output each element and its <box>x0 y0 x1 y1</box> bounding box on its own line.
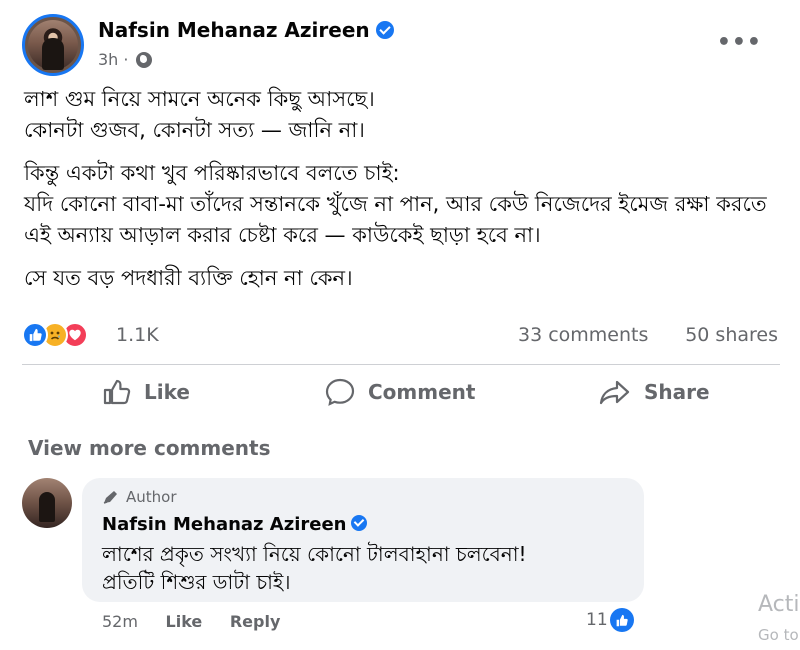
post-time[interactable]: 3h <box>98 50 118 69</box>
post-paragraph: সে যত বড় পদধারী ব্যক্তি হোন না কেন। <box>24 266 353 290</box>
verified-badge-icon <box>375 20 394 39</box>
post-paragraph: লাশ গুম নিয়ে সামনে অনেক কিছু আসছে। কোনট… <box>24 87 375 142</box>
view-more-comments-link[interactable]: View more comments <box>28 436 271 460</box>
author-badge-label: Author <box>126 488 177 506</box>
thumbs-up-icon <box>103 379 131 405</box>
comment-button[interactable]: Comment <box>324 375 475 409</box>
commenter-avatar[interactable] <box>22 478 72 528</box>
globe-icon <box>135 51 152 68</box>
post-paragraph: কিন্তু একটা কথা খুব পরিষ্কারভাবে বলতে চা… <box>24 161 767 247</box>
like-reaction-icon[interactable] <box>22 322 48 348</box>
shares-count[interactable]: 50 shares <box>685 324 778 346</box>
comment-author-label[interactable]: Nafsin Mehanaz Azireen <box>102 514 346 535</box>
comment-author-name[interactable]: Nafsin Mehanaz Azireen <box>102 514 368 535</box>
activate-windows-watermark: Acti <box>758 592 800 617</box>
post-author-label[interactable]: Nafsin Mehanaz Azireen <box>98 18 370 42</box>
share-button[interactable]: Share <box>598 375 710 409</box>
activate-windows-subtext: Go to <box>758 626 799 644</box>
post-header: Nafsin Mehanaz Azireen 3h · ••• <box>22 14 780 76</box>
reactions-bar: 1.1K 33 comments 50 shares <box>22 320 780 354</box>
like-label: Like <box>144 380 190 404</box>
comment-reply-button[interactable]: Reply <box>230 612 281 631</box>
share-label: Share <box>644 380 710 404</box>
author-avatar[interactable] <box>22 14 84 76</box>
post-meta: 3h · <box>98 50 152 69</box>
like-reaction-icon <box>609 608 634 632</box>
post-author-name[interactable]: Nafsin Mehanaz Azireen <box>98 18 394 42</box>
action-bar: Like Comment Share <box>22 364 780 416</box>
pen-icon <box>103 491 117 504</box>
comment-time[interactable]: 52m <box>102 612 138 631</box>
comment-like-count[interactable]: 11 <box>586 608 634 632</box>
reaction-count[interactable]: 1.1K <box>116 324 159 346</box>
post-body: লাশ গুম নিয়ে সামনে অনেক কিছু আসছে। কোনট… <box>24 84 794 306</box>
comment-meta: 52m Like Reply <box>102 612 302 631</box>
avatar-figure <box>42 38 64 71</box>
comment-label: Comment <box>368 380 476 404</box>
author-badge: Author <box>102 488 177 506</box>
comment-like-number: 11 <box>586 610 608 630</box>
comment-bubble: Author Nafsin Mehanaz Azireen লাশের প্রক… <box>82 478 644 602</box>
like-button[interactable]: Like <box>102 375 190 409</box>
share-arrow-icon <box>599 380 630 405</box>
comment-text: লাশের প্রকৃত সংখ্যা নিয়ে কোনো টালবাহানা… <box>102 542 527 594</box>
comments-count[interactable]: 33 comments <box>518 324 648 346</box>
more-options-button[interactable]: ••• <box>717 30 762 55</box>
verified-badge-icon <box>351 515 368 531</box>
comment-icon <box>325 378 355 406</box>
comment-like-button[interactable]: Like <box>166 612 203 631</box>
